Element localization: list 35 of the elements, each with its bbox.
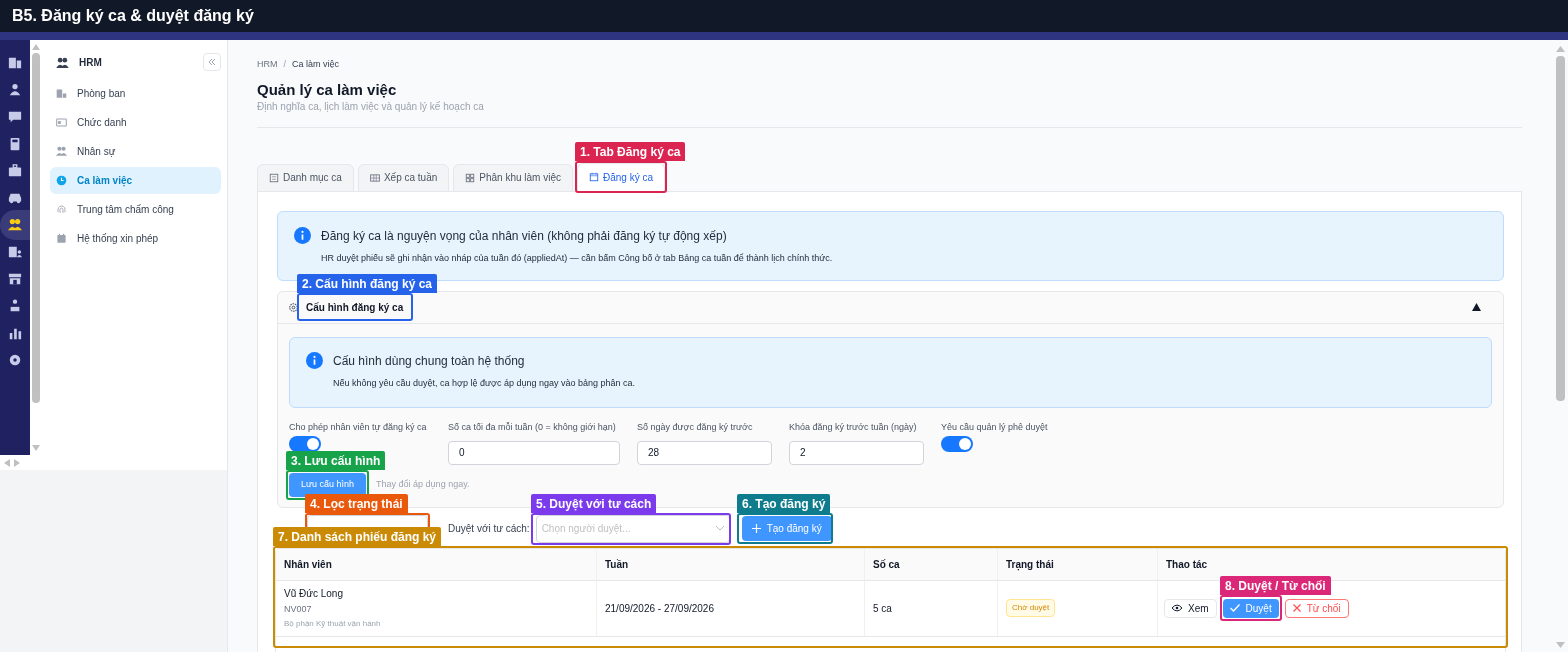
callout-tooltip: 2. Cấu hình đăng ký ca	[297, 274, 438, 293]
breadcrumb-separator: /	[283, 58, 286, 71]
field-label: Số ca tối đa mỗi tuần (0 = không giới hạn)	[448, 420, 617, 434]
callout-tooltip: 1. Tab Đăng ký ca	[575, 142, 686, 161]
column-header: Tuần	[597, 548, 865, 580]
status-badge: Chờ duyệt	[1006, 599, 1056, 617]
info-text: Nếu không yêu cầu duyệt, ca hợp lệ được áp dụng ngay vào bảng phân ca.	[332, 376, 637, 390]
info-text: HR duyệt phiếu sẽ ghi nhận vào nháp của tuần đó (appliedAt) — cần bấm Công bố ở tab Bảng ca tuần để thành lịch chính thức.	[320, 251, 834, 265]
page-heading: Quản lý ca làm việc	[257, 79, 398, 100]
callout-tooltip: 3. Lưu cấu hình	[286, 451, 386, 470]
info-title: Cấu hình dùng chung toàn hệ thống	[333, 352, 525, 370]
field-label: Số ngày được đăng ký trước	[637, 420, 754, 434]
column-header: Thao tác	[1165, 557, 1209, 572]
field-label: Yêu cầu quản lý phê duyệt	[941, 420, 1049, 434]
callout-tooltip: 7. Danh sách phiếu đăng ký	[273, 527, 442, 546]
field-label: Khóa đăng ký trước tuần (ngày)	[789, 420, 918, 434]
shift-count: 5 ca	[873, 601, 892, 616]
sidebar-title: HRM	[79, 55, 102, 70]
filter-label: Duyệt với tư cách:	[448, 522, 530, 536]
column-header: Trạng thái	[998, 548, 1158, 580]
callout-tooltip: 5. Duyệt với tư cách	[531, 494, 657, 513]
callout-tooltip: 8. Duyệt / Từ chối	[1220, 576, 1331, 595]
column-header: Số ca	[865, 548, 998, 580]
page-subtitle: Định nghĩa ca, lịch làm việc và quản lý kế hoạch ca	[257, 99, 485, 114]
callout-tooltip: 6. Tạo đăng ký	[737, 494, 831, 513]
hint-text: Thay đổi áp dụng ngay.	[376, 477, 470, 491]
page-title: B5. Đăng ký ca & duyệt đăng ký	[12, 6, 254, 26]
field-label: Cho phép nhân viên tự đăng ký ca	[289, 420, 428, 434]
column-header: Nhân viên	[276, 548, 597, 580]
employee-code: NV007	[284, 602, 313, 616]
info-title: Đăng ký ca là nguyện vọng của nhân viên (không phải đăng ký tự động xếp)	[321, 227, 727, 245]
employee-name: Vũ Đức Long	[284, 586, 344, 601]
employee-department: Bộ phận Kỹ thuật vận hành	[284, 618, 382, 631]
callout-tooltip: 4. Lọc trạng thái	[305, 494, 408, 513]
week-range: 21/09/2026 - 27/09/2026	[605, 601, 714, 616]
